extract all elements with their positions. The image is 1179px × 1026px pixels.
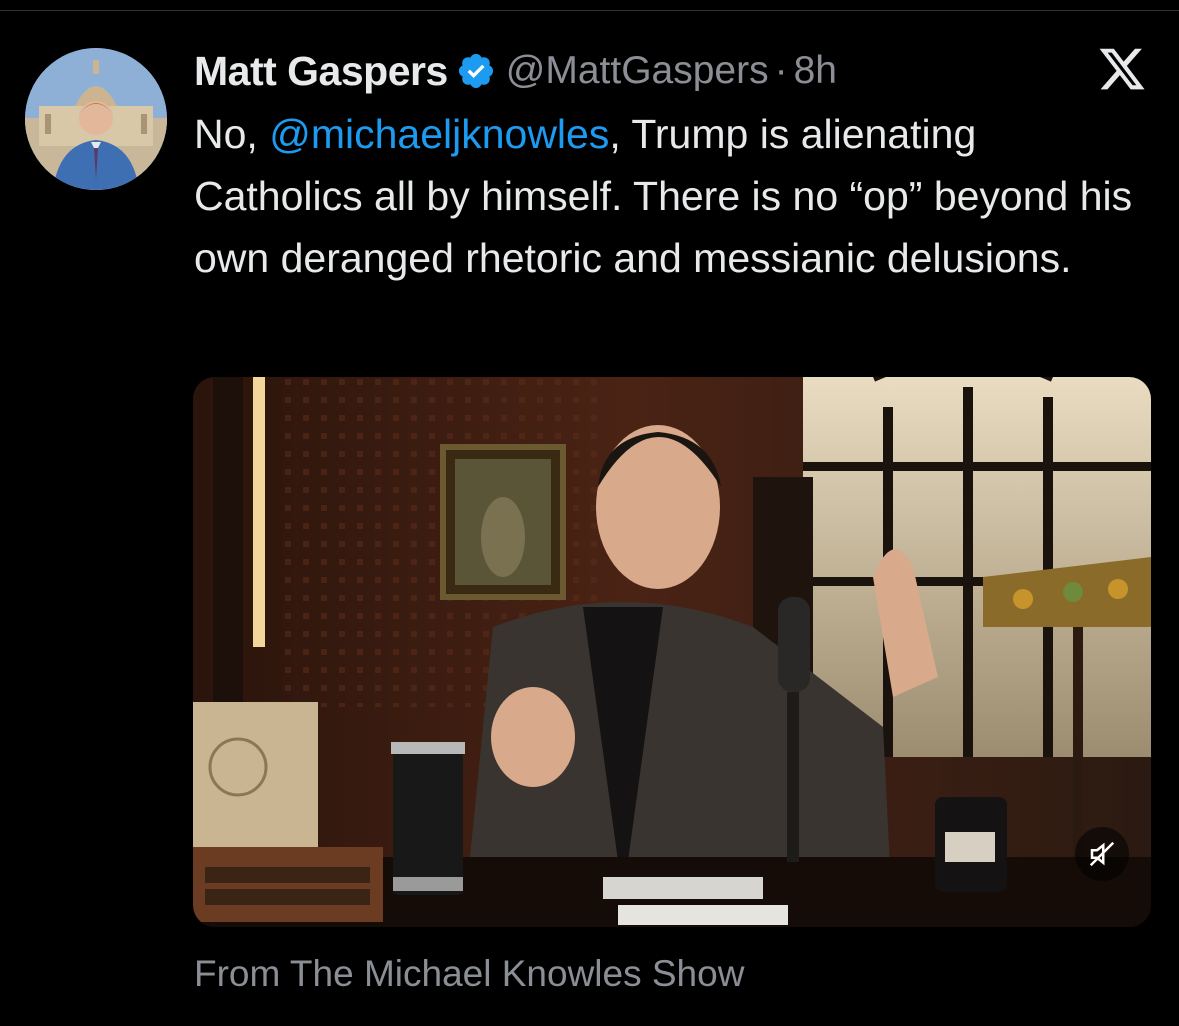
media-source-label[interactable]: From The Michael Knowles Show (194, 953, 744, 995)
video-frame (193, 377, 1151, 927)
tweet-text-part: No, (194, 111, 270, 157)
tweet-text: No, @michaeljknowles, Trump is alienatin… (194, 103, 1154, 289)
author-handle[interactable]: @MattGaspers (506, 49, 769, 93)
muted-speaker-icon (1089, 841, 1115, 867)
tweet-header: Matt Gaspers @MattGaspers · 8h (194, 44, 837, 98)
top-divider (0, 10, 1179, 11)
author-display-name[interactable]: Matt Gaspers (194, 48, 448, 95)
avatar-image (25, 48, 167, 190)
x-logo-icon (1099, 48, 1145, 90)
timestamp[interactable]: 8h (794, 49, 837, 93)
separator-dot: · (774, 49, 788, 92)
avatar[interactable] (25, 48, 167, 190)
video-player[interactable] (193, 377, 1151, 927)
verified-badge-icon (458, 53, 493, 89)
mute-toggle-button[interactable] (1075, 827, 1129, 881)
mention-link[interactable]: @michaeljknowles (269, 111, 609, 157)
